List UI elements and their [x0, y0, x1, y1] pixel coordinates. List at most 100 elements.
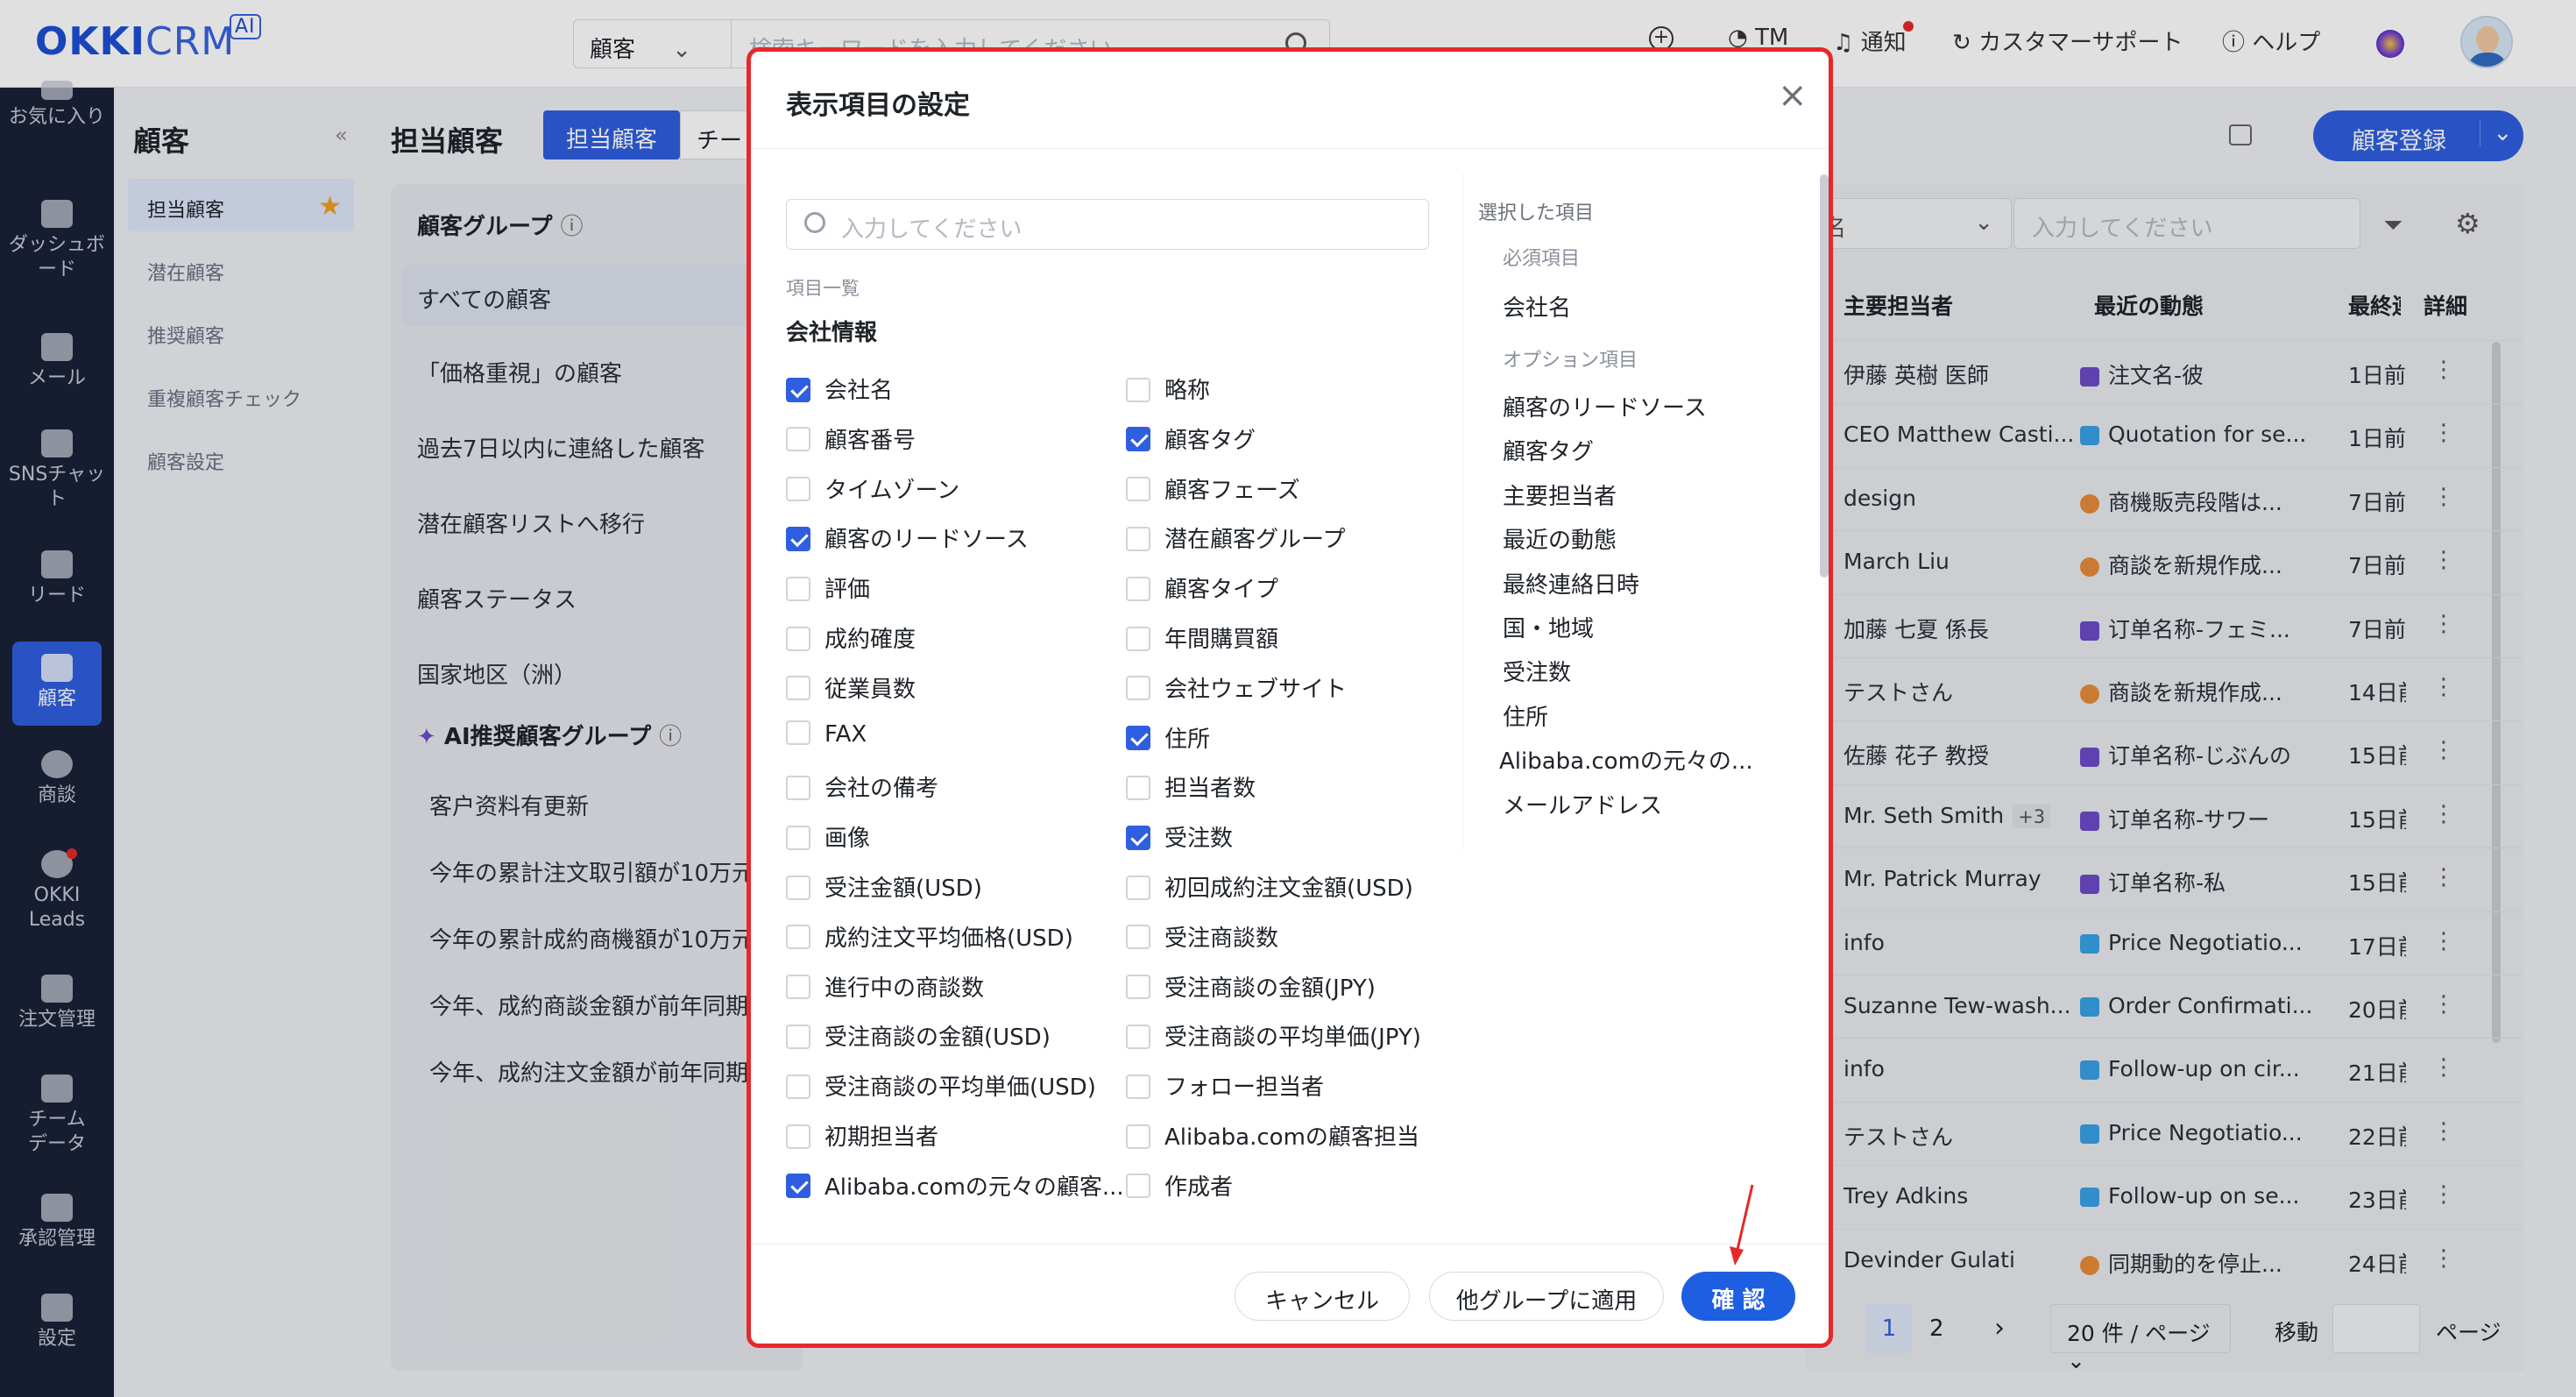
required-items-label: 必須項目 — [1503, 248, 1581, 270]
field-option[interactable]: 初期担当者 — [786, 1119, 938, 1154]
field-option[interactable]: 会社の備考 — [786, 770, 938, 805]
field-option[interactable]: 顧客タグ — [1126, 422, 1256, 457]
field-option-label: 会社名 — [824, 378, 894, 404]
checkbox-checked[interactable] — [786, 377, 810, 402]
apply-other-groups-button[interactable]: 他グループに適用 — [1429, 1272, 1664, 1321]
close-icon[interactable]: × — [1778, 78, 1808, 113]
modal-scrollbar[interactable] — [1820, 174, 1829, 578]
field-option[interactable]: 受注数 — [1126, 820, 1233, 855]
checkbox[interactable] — [1126, 1174, 1150, 1199]
field-option[interactable]: 評価 — [786, 571, 870, 606]
checkbox[interactable] — [1126, 526, 1150, 551]
options-fade — [786, 1209, 1461, 1244]
checkbox[interactable] — [786, 925, 810, 950]
section-title: 会社情報 — [786, 320, 878, 346]
field-option-label: 年間購買額 — [1164, 627, 1279, 653]
selected-item[interactable]: 住所 — [1503, 699, 1548, 732]
field-option[interactable]: Alibaba.comの元々の顧客... — [786, 1169, 1124, 1204]
field-option[interactable]: 受注金額(USD) — [786, 870, 982, 905]
selected-item[interactable]: 顧客のリードソース — [1503, 390, 1707, 422]
checkbox-checked[interactable] — [786, 1174, 810, 1199]
field-option[interactable]: 住所 — [1126, 721, 1210, 756]
checkbox[interactable] — [786, 1124, 810, 1149]
checkbox[interactable] — [1126, 1024, 1150, 1049]
checkbox[interactable] — [1126, 626, 1150, 651]
field-option[interactable]: フォロー担当者 — [1126, 1069, 1324, 1104]
selected-item[interactable]: 顧客タグ — [1503, 434, 1594, 466]
field-option-label: 初期担当者 — [824, 1124, 939, 1151]
field-option-label: 住所 — [1164, 726, 1211, 753]
field-option[interactable]: 進行中の商談数 — [786, 970, 984, 1005]
field-option[interactable]: 受注商談の金額(USD) — [786, 1019, 1051, 1054]
checkbox[interactable] — [786, 1024, 810, 1049]
field-option-label: タイムゾーン — [824, 477, 960, 504]
checkbox[interactable] — [1126, 477, 1150, 502]
checkbox[interactable] — [786, 576, 810, 601]
checkbox[interactable] — [786, 477, 810, 502]
checkbox[interactable] — [786, 775, 810, 800]
selected-item[interactable]: 最終連絡日時 — [1503, 567, 1639, 599]
field-option[interactable]: 会社名 — [786, 372, 893, 408]
field-option-label: 成約確度 — [824, 627, 916, 653]
field-option[interactable]: 成約注文平均価格(USD) — [786, 920, 1073, 955]
field-option[interactable]: 顧客フェーズ — [1126, 472, 1300, 507]
field-search-input[interactable]: 入力してください — [786, 199, 1429, 250]
checkbox[interactable] — [1126, 676, 1150, 701]
field-option[interactable]: Alibaba.comの顧客担当 — [1126, 1119, 1419, 1154]
field-option[interactable]: 受注商談の平均単価(USD) — [786, 1069, 1096, 1104]
field-option[interactable]: 受注商談の平均単価(JPY) — [1126, 1019, 1421, 1054]
checkbox[interactable] — [786, 1074, 810, 1099]
field-option-label: 会社ウェブサイト — [1164, 676, 1348, 703]
field-option[interactable]: 担当者数 — [1126, 770, 1256, 805]
checkbox[interactable] — [1126, 875, 1150, 900]
checkbox-checked[interactable] — [1126, 726, 1150, 751]
checkbox-checked[interactable] — [1126, 825, 1150, 850]
field-option-label: Alibaba.comの元々の顧客... — [824, 1174, 1124, 1201]
selected-item[interactable]: 国・地域 — [1503, 611, 1594, 643]
field-option-label: 顧客番号 — [824, 427, 916, 454]
field-option[interactable]: 会社ウェブサイト — [1126, 671, 1347, 706]
selected-item[interactable]: 最近の動態 — [1503, 522, 1617, 555]
checkbox[interactable] — [786, 975, 810, 1000]
cancel-button[interactable]: キャンセル — [1235, 1272, 1410, 1321]
checkbox[interactable] — [1126, 925, 1150, 950]
selected-item[interactable]: 主要担当者 — [1503, 479, 1617, 511]
field-option-label: 進行中の商談数 — [824, 975, 985, 1002]
field-option[interactable]: FAX — [786, 720, 867, 756]
checkbox[interactable] — [786, 427, 810, 452]
selected-item[interactable]: 受注数 — [1503, 655, 1571, 687]
field-option[interactable]: 略称 — [1126, 372, 1210, 408]
field-option[interactable]: 作成者 — [1126, 1169, 1233, 1204]
checkbox[interactable] — [1126, 1124, 1150, 1149]
checkbox[interactable] — [1126, 377, 1150, 402]
field-option[interactable]: 成約確度 — [786, 621, 916, 656]
field-option[interactable]: 顧客タイプ — [1126, 571, 1278, 606]
field-option[interactable]: 潜在顧客グループ — [1126, 521, 1345, 557]
field-option[interactable]: 受注商談数 — [1126, 920, 1278, 955]
field-option[interactable]: 年間購買額 — [1126, 621, 1278, 656]
field-option-label: 受注商談の金額(USD) — [824, 1025, 1051, 1052]
field-option[interactable]: 初回成約注文金額(USD) — [1126, 870, 1413, 905]
field-option[interactable]: 顧客のリードソース — [786, 521, 1029, 557]
checkbox[interactable] — [1126, 576, 1150, 601]
field-option[interactable]: タイムゾーン — [786, 472, 959, 507]
checkbox[interactable] — [786, 825, 810, 850]
checkbox[interactable] — [1126, 975, 1150, 1000]
confirm-button[interactable]: 確 認 — [1681, 1272, 1795, 1321]
checkbox[interactable] — [786, 720, 810, 746]
selected-item[interactable]: Alibaba.comの元々の... — [1499, 743, 1753, 776]
field-option-label: FAX — [824, 720, 867, 748]
checkbox[interactable] — [1126, 1074, 1150, 1099]
checkbox[interactable] — [1126, 775, 1150, 800]
checkbox[interactable] — [786, 626, 810, 651]
selected-item[interactable]: メールアドレス — [1503, 788, 1662, 820]
field-option[interactable]: 受注商談の金額(JPY) — [1126, 970, 1376, 1005]
field-option[interactable]: 顧客番号 — [786, 422, 916, 457]
checkbox-checked[interactable] — [1126, 427, 1150, 452]
checkbox[interactable] — [786, 875, 810, 900]
annotation-arrow — [1730, 1184, 1754, 1266]
field-option[interactable]: 従業員数 — [786, 671, 916, 706]
checkbox[interactable] — [786, 676, 810, 701]
field-option[interactable]: 画像 — [786, 820, 870, 855]
checkbox-checked[interactable] — [786, 526, 810, 551]
